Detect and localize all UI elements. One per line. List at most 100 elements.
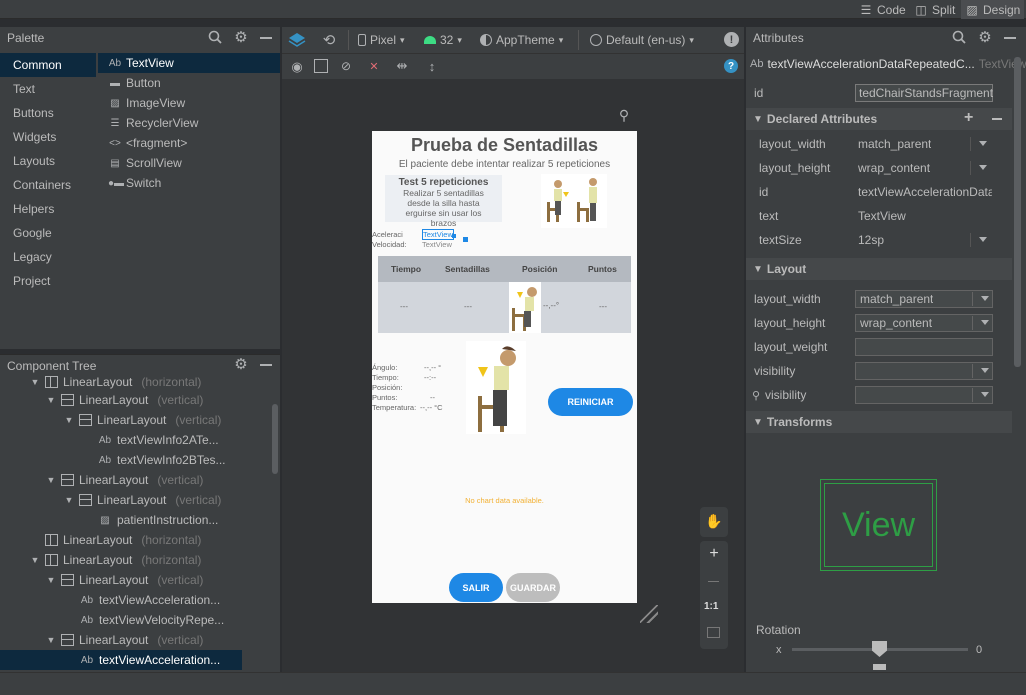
dropdown-button[interactable] — [972, 316, 992, 330]
minimize-icon[interactable] — [1004, 37, 1016, 39]
dropdown-button[interactable] — [970, 161, 990, 175]
tree-row[interactable]: LinearLayout (horizontal) — [0, 530, 242, 550]
selection-handle[interactable] — [463, 237, 468, 242]
palette-category[interactable]: Common — [0, 53, 96, 77]
layout-section[interactable]: ▼ Layout — [746, 258, 1012, 280]
blueprint-icon[interactable] — [314, 59, 328, 73]
palette-title: Palette — [7, 31, 45, 45]
locale-dropdown[interactable]: Default (en-us) ▾ — [590, 27, 694, 53]
theme-dropdown[interactable]: AppTheme ▾ — [480, 27, 563, 53]
remove-icon[interactable] — [992, 118, 1002, 120]
code-brackets-icon: <> — [109, 137, 121, 149]
palette-category[interactable]: Widgets — [0, 125, 96, 149]
tree-row[interactable]: ▼ LinearLayout (horizontal) — [0, 550, 242, 570]
help-icon[interactable]: ? — [724, 59, 738, 73]
palette-category[interactable]: Containers — [0, 173, 96, 197]
gear-icon[interactable]: ⚙ — [233, 356, 249, 373]
rotation-slider-thumb[interactable] — [872, 641, 887, 657]
zoom-out-icon[interactable] — [708, 581, 719, 582]
zoom-ratio[interactable]: 1:1 — [704, 601, 718, 612]
attr-value[interactable]: TextView — [858, 209, 906, 223]
horizontal-pan-icon[interactable]: ⇹ — [394, 58, 410, 74]
save-button[interactable]: GUARDAR — [506, 573, 560, 602]
tree-row[interactable]: ▼ LinearLayout (vertical) — [0, 410, 242, 430]
design-mode-button[interactable]: ▨ Design — [961, 0, 1025, 19]
second-slider-thumb[interactable] — [873, 664, 886, 670]
layout-weight-field[interactable] — [855, 338, 993, 356]
api-dropdown[interactable]: 32 ▾ — [424, 27, 462, 53]
dropdown-button[interactable] — [972, 388, 992, 402]
minimize-icon[interactable] — [260, 364, 272, 366]
wrench-icon[interactable]: ⚲ — [618, 107, 630, 123]
acceleration-textview[interactable]: TextView — [422, 229, 454, 240]
palette-category[interactable]: Layouts — [0, 149, 96, 173]
zoom-in-icon[interactable]: + — [706, 545, 722, 563]
palette-item-imageview[interactable]: ▨ ImageView — [98, 93, 280, 113]
dropdown-button[interactable] — [970, 137, 990, 151]
warning-icon[interactable]: ! — [724, 32, 739, 47]
attributes-scrollbar[interactable] — [1014, 57, 1021, 367]
palette-category[interactable]: Project — [0, 269, 96, 293]
minimize-icon[interactable] — [260, 37, 272, 39]
tree-row[interactable]: Ab textViewInfo2BTes... — [0, 450, 242, 470]
tree-row[interactable]: Ab textViewInfo2ATe... — [0, 430, 242, 450]
test-title: Test 5 repeticiones — [398, 177, 489, 188]
tree-scrollbar[interactable] — [272, 404, 278, 474]
resize-handle-icon[interactable] — [640, 605, 658, 623]
palette-category[interactable]: Google — [0, 221, 96, 245]
restart-button[interactable]: REINICIAR — [548, 388, 633, 416]
search-icon[interactable] — [207, 29, 223, 45]
split-mode-button[interactable]: ◫ Split — [910, 0, 959, 19]
tree-row[interactable]: ▼ LinearLayout (vertical) — [0, 470, 242, 490]
attr-value[interactable]: match_parent — [858, 137, 931, 151]
device-dropdown[interactable]: Pixel ▾ — [358, 27, 405, 53]
dropdown-button[interactable] — [972, 292, 992, 306]
selection-handle[interactable] — [452, 234, 456, 238]
expand-arrow-icon: ▼ — [46, 635, 56, 645]
tree-row[interactable]: Ab textViewAcceleration... — [0, 590, 242, 610]
palette-item-fragment[interactable]: <> <fragment> — [98, 133, 280, 153]
attr-value[interactable]: 12sp — [858, 233, 884, 247]
palette-item-textview[interactable]: Ab TextView — [98, 53, 280, 73]
add-icon[interactable]: + — [964, 109, 973, 127]
palette-category[interactable]: Buttons — [0, 101, 96, 125]
layers-icon[interactable] — [288, 31, 306, 49]
palette-category[interactable]: Text — [0, 77, 96, 101]
tree-row[interactable]: Ab textViewVelocityRepe... — [0, 610, 242, 630]
pan-tool[interactable]: ✋ — [700, 507, 728, 537]
transforms-section[interactable]: ▼ Transforms — [746, 411, 1012, 433]
vertical-pan-icon[interactable]: ↕ — [424, 58, 440, 74]
palette-item-button[interactable]: ▬ Button — [98, 73, 280, 93]
search-icon[interactable] — [951, 29, 967, 45]
collapse-arrow-icon: ▼ — [753, 416, 763, 428]
position-value — [424, 383, 443, 393]
eye-icon[interactable]: ◉ — [289, 59, 305, 75]
tree-row-selected[interactable]: Ab textViewAcceleration... — [0, 650, 242, 670]
magnet-off-icon[interactable]: ⊘ — [338, 58, 354, 74]
attr-value[interactable]: textViewAccelerationData — [858, 185, 992, 199]
palette-item-switch[interactable]: ●▬ Switch — [98, 173, 280, 193]
expand-arrow-icon: ▼ — [64, 415, 74, 425]
palette-item-recyclerview[interactable]: ☰ RecyclerView — [98, 113, 280, 133]
tree-row[interactable]: ▼ LinearLayout (vertical) — [0, 570, 242, 590]
tree-row[interactable]: ▨ patientInstruction... — [0, 510, 242, 530]
globe-icon — [590, 34, 602, 46]
textview-icon: Ab — [98, 434, 112, 446]
declared-attributes-section[interactable]: ▼ Declared Attributes + — [746, 108, 1012, 130]
exit-button[interactable]: SALIR — [449, 573, 503, 602]
attr-value[interactable]: wrap_content — [858, 161, 930, 175]
clear-constraints-icon[interactable]: ✕ — [366, 58, 382, 74]
zoom-fit-icon[interactable] — [707, 627, 720, 638]
gear-icon[interactable]: ⚙ — [977, 29, 993, 46]
orientation-icon[interactable]: ⟲ — [320, 31, 338, 49]
dropdown-button[interactable] — [972, 364, 992, 378]
dropdown-button[interactable] — [970, 233, 990, 247]
tree-row[interactable]: ▼ LinearLayout (vertical) — [0, 390, 242, 410]
tree-row[interactable]: ▼ LinearLayout (vertical) — [0, 490, 242, 510]
code-mode-button[interactable]: ☰ Code — [855, 0, 910, 19]
palette-category[interactable]: Legacy — [0, 245, 96, 269]
gear-icon[interactable]: ⚙ — [233, 29, 249, 46]
palette-item-scrollview[interactable]: ▤ ScrollView — [98, 153, 280, 173]
tree-row[interactable]: ▼ LinearLayout (vertical) — [0, 630, 242, 650]
palette-category[interactable]: Helpers — [0, 197, 96, 221]
